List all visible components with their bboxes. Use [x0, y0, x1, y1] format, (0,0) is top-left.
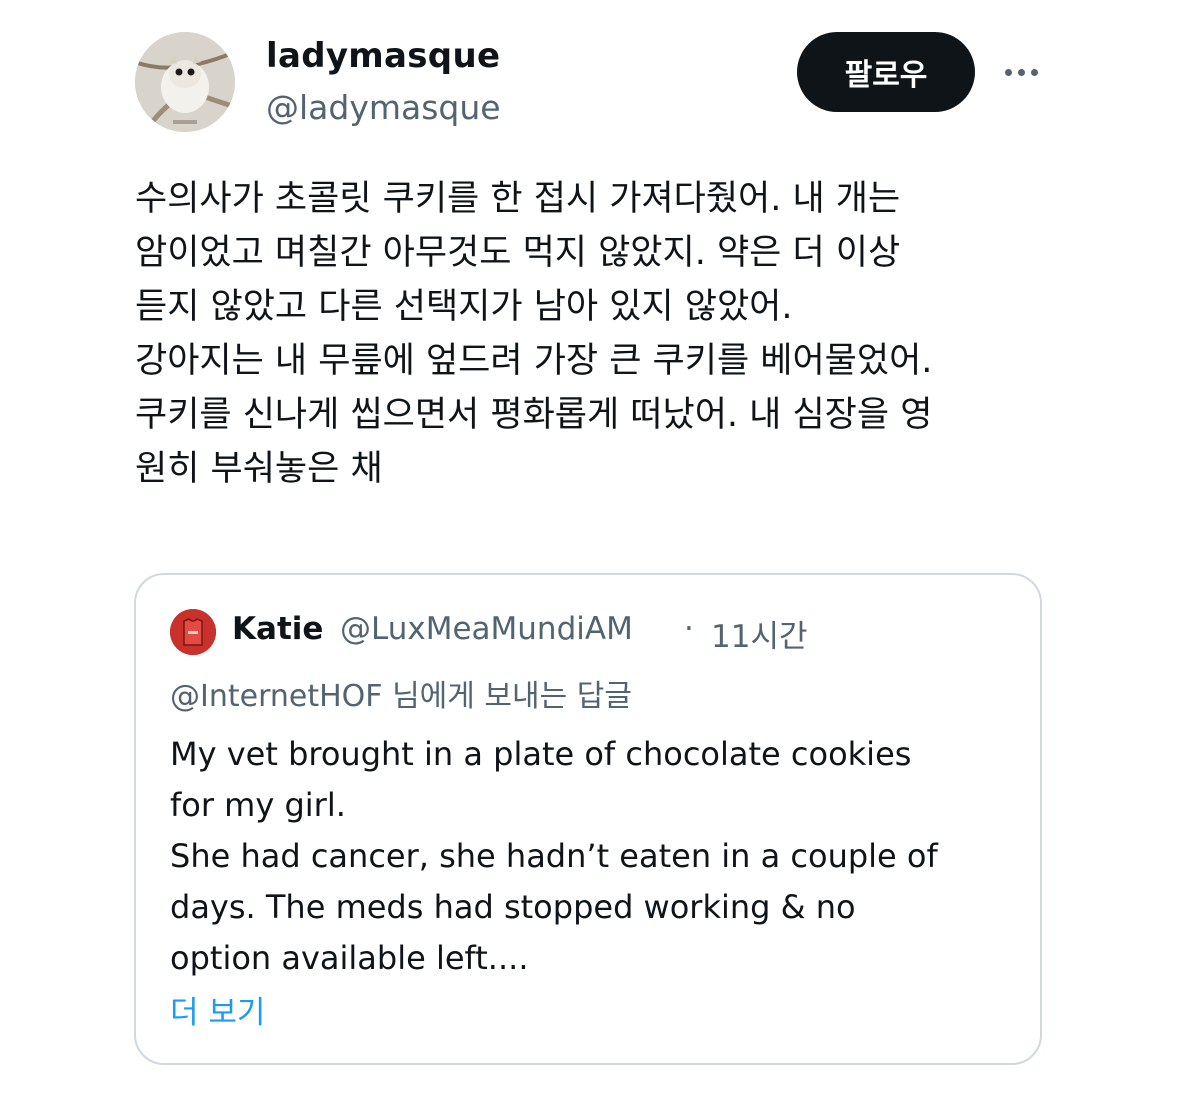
tweet-text: 수의사가 초콜릿 쿠키를 한 접시 가져다줬어. 내 개는 암이었고 며칠간 아…: [135, 179, 933, 489]
show-more-link[interactable]: 더 보기: [170, 987, 265, 1032]
author-handle[interactable]: @ladymasque: [266, 88, 501, 127]
quote-timestamp[interactable]: 11시간: [711, 611, 808, 656]
more-horizontal-icon: [1004, 68, 1012, 76]
more-horizontal-icon-dot: [1017, 68, 1025, 76]
more-options-button[interactable]: [996, 52, 1046, 92]
quote-author-name[interactable]: Katie: [232, 611, 323, 647]
author-display-name[interactable]: ladymasque: [266, 36, 500, 76]
quote-reply-to: @InternetHOF 님에게 보내는 답글: [170, 679, 632, 714]
quote-author-handle[interactable]: @LuxMeaMundiAM: [340, 611, 633, 647]
follow-button[interactable]: 팔로우: [797, 32, 975, 112]
more-horizontal-icon-dot: [1030, 68, 1038, 76]
author-avatar[interactable]: [135, 32, 235, 132]
red-jersey-avatar-icon: [170, 609, 216, 655]
flying-squirrel-avatar-icon: [135, 32, 235, 132]
quote-separator: ·: [684, 611, 694, 647]
quote-author-avatar: [170, 609, 216, 655]
quote-text: My vet brought in a plate of chocolate c…: [170, 735, 938, 977]
quote-tweet-card[interactable]: Katie @LuxMeaMundiAM · 11시간 @InternetHOF…: [134, 573, 1042, 1065]
